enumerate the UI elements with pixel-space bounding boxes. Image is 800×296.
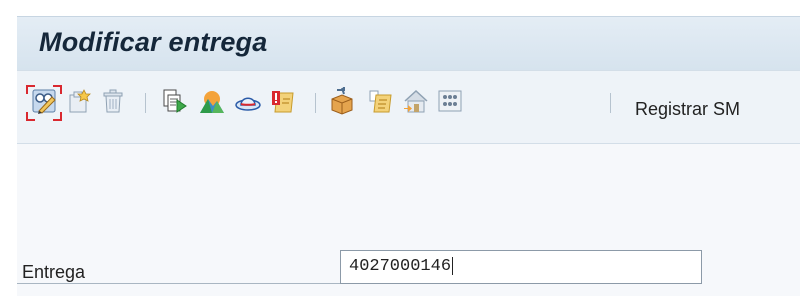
warehouse-button[interactable] <box>402 87 430 115</box>
selection-screen: Entrega 4027000146 <box>17 144 800 296</box>
messages-button[interactable] <box>269 87 297 115</box>
partner-button[interactable] <box>234 87 262 115</box>
grid-items-icon <box>438 90 462 112</box>
packing-list-icon <box>369 90 392 113</box>
application-toolbar: Registrar SM <box>17 70 800 144</box>
copy-document-button[interactable] <box>160 87 188 115</box>
delivery-input[interactable]: 4027000146 <box>340 250 702 284</box>
post-goods-issue-button[interactable]: Registrar SM <box>635 99 740 121</box>
delivery-label: Entrega <box>22 262 86 282</box>
overview-button[interactable] <box>198 87 226 115</box>
delete-button[interactable] <box>99 87 127 115</box>
title-bar: Modificar entrega <box>17 16 800 70</box>
top-strip <box>0 0 800 16</box>
house-warehouse-icon <box>404 89 428 113</box>
hat-partner-icon <box>235 97 261 111</box>
page-title: Modificar entrega <box>39 27 268 57</box>
items-overview-button[interactable] <box>436 87 464 115</box>
create-document-icon <box>69 89 91 113</box>
display-change-icon <box>32 89 56 114</box>
copy-document-icon <box>163 89 187 113</box>
warning-document-icon <box>272 91 294 113</box>
display-change-button[interactable] <box>30 87 58 115</box>
create-button[interactable] <box>65 87 93 115</box>
text-cursor <box>452 256 454 275</box>
toolbar-separator <box>315 93 316 113</box>
package-icon <box>331 87 353 115</box>
packing-list-button[interactable] <box>366 87 394 115</box>
toolbar-separator <box>145 93 146 113</box>
delivery-input-value: 4027000146 <box>349 257 452 276</box>
delete-trash-icon <box>103 89 123 113</box>
packing-button[interactable] <box>328 87 356 115</box>
label-underline <box>17 283 344 284</box>
mountain-overview-icon <box>200 91 224 113</box>
toolbar-separator <box>610 93 611 113</box>
